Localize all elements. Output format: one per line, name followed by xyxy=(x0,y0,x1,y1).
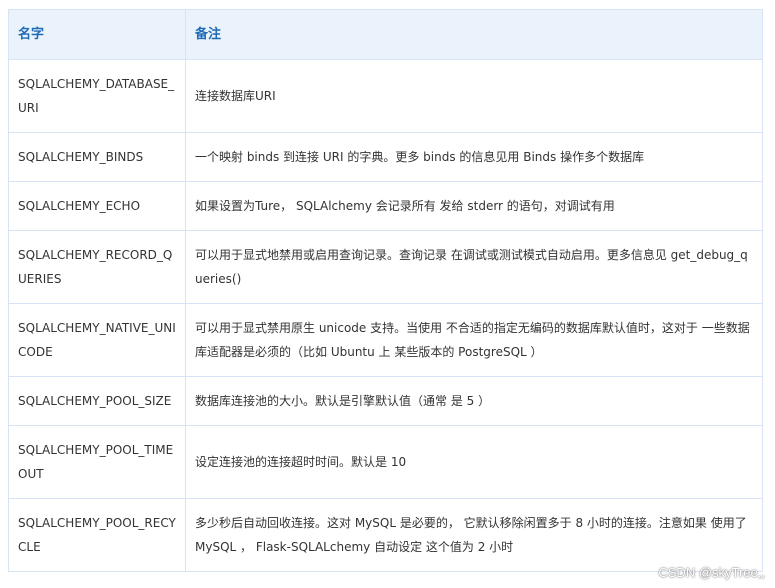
config-name-cell: SQLALCHEMY_ECHO xyxy=(8,181,186,231)
config-name-cell: SQLALCHEMY_RECORD_QUERIES xyxy=(8,230,186,304)
config-note-cell: 设定连接池的连接超时时间。默认是 10 xyxy=(185,425,763,499)
table-row: SQLALCHEMY_NATIVE_UNICODE 可以用于显式禁用原生 uni… xyxy=(8,303,763,377)
config-name-cell: SQLALCHEMY_POOL_TIMEOUT xyxy=(8,425,186,499)
header-row: 名字 备注 xyxy=(8,9,763,60)
config-name-cell: SQLALCHEMY_NATIVE_UNICODE xyxy=(8,303,186,377)
config-note-cell: 如果设置为Ture， SQLAlchemy 会记录所有 发给 stderr 的语… xyxy=(185,181,763,231)
config-note-cell: 可以用于显式禁用原生 unicode 支持。当使用 不合适的指定无编码的数据库默… xyxy=(185,303,763,377)
table-row: SQLALCHEMY_POOL_RECYCLE 多少秒后自动回收连接。这对 My… xyxy=(8,498,763,572)
config-note-cell: 一个映射 binds 到连接 URI 的字典。更多 binds 的信息见用 Bi… xyxy=(185,132,763,182)
config-note-cell: 数据库连接池的大小。默认是引擎默认值（通常 是 5 ） xyxy=(185,376,763,426)
table-header: 名字 备注 xyxy=(8,9,763,60)
table-row: SQLALCHEMY_POOL_SIZE 数据库连接池的大小。默认是引擎默认值（… xyxy=(8,376,763,426)
table-row: SQLALCHEMY_BINDS 一个映射 binds 到连接 URI 的字典。… xyxy=(8,132,763,182)
config-note-cell: 可以用于显式地禁用或启用查询记录。查询记录 在调试或测试模式自动启用。更多信息见… xyxy=(185,230,763,304)
config-name-cell: SQLALCHEMY_POOL_SIZE xyxy=(8,376,186,426)
config-note-cell: 多少秒后自动回收连接。这对 MySQL 是必要的， 它默认移除闲置多于 8 小时… xyxy=(185,498,763,572)
header-note: 备注 xyxy=(185,9,763,60)
config-note-cell: 连接数据库URI xyxy=(185,59,763,133)
config-name-cell: SQLALCHEMY_POOL_RECYCLE xyxy=(8,498,186,572)
table-body: SQLALCHEMY_DATABASE_URI 连接数据库URI SQLALCH… xyxy=(8,59,763,572)
config-name-cell: SQLALCHEMY_BINDS xyxy=(8,132,186,182)
csdn-watermark: CSDN @skyTree,, xyxy=(658,565,765,580)
config-name-cell: SQLALCHEMY_DATABASE_URI xyxy=(8,59,186,133)
table-row: SQLALCHEMY_RECORD_QUERIES 可以用于显式地禁用或启用查询… xyxy=(8,230,763,304)
config-table: 名字 备注 SQLALCHEMY_DATABASE_URI 连接数据库URI S… xyxy=(8,9,763,572)
table-row: SQLALCHEMY_POOL_TIMEOUT 设定连接池的连接超时时间。默认是… xyxy=(8,425,763,499)
table-row: SQLALCHEMY_ECHO 如果设置为Ture， SQLAlchemy 会记… xyxy=(8,181,763,231)
table-row: SQLALCHEMY_DATABASE_URI 连接数据库URI xyxy=(8,59,763,133)
header-name: 名字 xyxy=(8,9,186,60)
